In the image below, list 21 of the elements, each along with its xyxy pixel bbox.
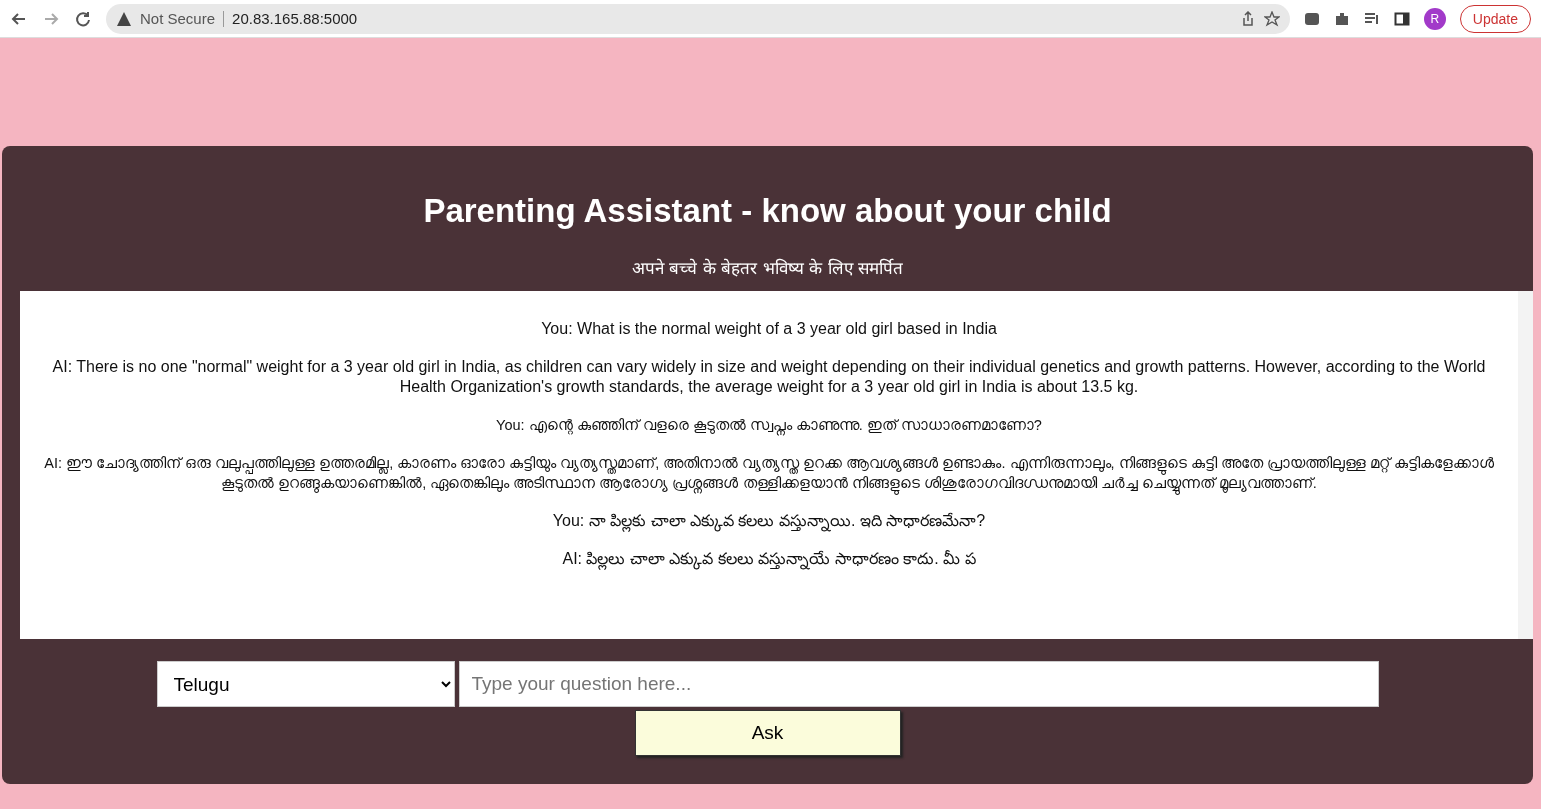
language-select[interactable]: Telugu (156, 661, 455, 707)
chat-message: You: What is the normal weight of a 3 year old girl based in India (540, 319, 998, 339)
chat-message: AI: ഈ ചോദ്യത്തിന് ഒരു വലുപ്പത്തിലുള്ള ഉത്തരമില്ല, കാരണം ഓരോ കുട്ടിയും വ്യത്യസ്തമാണ്, അതിനാൽ വ്യത്യസ്ത ഉറക്ക ആവശ്യങ്ങൾ ഉണ്ടാകും. എന്നിരുന്നാലും, നിങ്ങളുടെ കുട്ടി അതേ പ്രായത്തിലുള്ള മറ്റ് കുട്ടികളേക്കാൾ കൂടുതൽ ഉറങ്ങുകയാണെങ്കിൽ, ഏതെങ്കിലും അടിസ്ഥാന ആരോഗ്യ പ്രശ്നങ്ങൾ തള്ളിക്കളയാൻ നിങ്ങളുടെ ശിശുരോഗവിദഗ്ധനുമായി ചർച്ച ചെയ്യുന്നത് മൂല്യവത്താണ്. (38, 453, 1500, 493)
reload-icon[interactable] (74, 9, 92, 28)
side-panel-icon[interactable] (1393, 10, 1410, 27)
address-bar[interactable]: Not Secure 20.83.165.88:5000 (106, 3, 1290, 34)
chat-message: AI: There is no one "normal" weight for a 3 year old girl in India, as children can vary widely in size and weight depending on their individual genetics and growth patterns. However, according to the World Health Organization's growth standards, the average weight for a 3 year old girl in India is about 13.5 kg. (51, 357, 1487, 397)
warning-icon (116, 10, 132, 27)
page-title: Parenting Assistant - know about your child (422, 192, 1113, 230)
chat-message: AI: పిల్లలు చాలా ఎక్కువ కలలు వస్తున్నాయే సాధారణం కాదు. మీ ప (38, 549, 1500, 569)
star-icon[interactable] (1263, 10, 1280, 27)
security-label: Not Secure (140, 10, 216, 27)
page-subtitle: अपने बच्चे के बेहतर भविष्य के लिए समर्पित (631, 257, 904, 279)
profile-avatar[interactable]: R (1423, 7, 1446, 30)
url-text: 20.83.165.88:5000 (232, 10, 358, 27)
update-button[interactable]: Update (1459, 4, 1531, 33)
chat-message: You: എന്റെ കുഞ്ഞിന് വളരെ കൂടുതൽ സ്വപ്നം കാണുന്നു. ഇത് സാധാരണമാണോ? (38, 415, 1500, 435)
ask-button[interactable]: Ask (634, 710, 901, 756)
chat-message: You: నా పిల్లకు చాలా ఎక్కువ కలలు వస్తున్నాయి. ఇది సాధారణమేనా? (38, 511, 1500, 531)
media-icon[interactable] (1363, 10, 1380, 27)
question-field[interactable]: Type your question here... (458, 661, 1379, 707)
